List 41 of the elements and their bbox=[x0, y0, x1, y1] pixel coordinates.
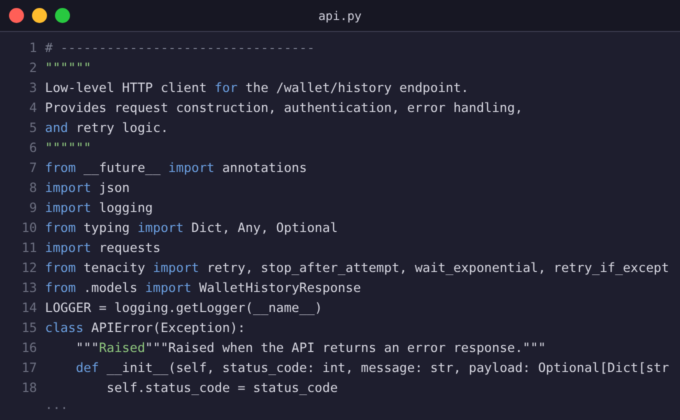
code-line: and retry logic. bbox=[45, 120, 168, 138]
line-number: 11 bbox=[20, 240, 38, 258]
line-number: 9 bbox=[28, 200, 38, 218]
line-number: 18 bbox=[20, 380, 38, 398]
line-number: 17 bbox=[20, 360, 38, 378]
code-line: import json bbox=[45, 180, 130, 198]
line-number: 6 bbox=[28, 140, 38, 158]
line-number: 4 bbox=[28, 100, 38, 118]
code-line: """""" bbox=[45, 60, 92, 78]
line-number: 12 bbox=[20, 260, 38, 278]
code-line: """Raised"""Raised when the API returns an error response.""" bbox=[76, 340, 546, 358]
code-line: Low-level HTTP client for the /wallet/history endpoint. bbox=[45, 80, 469, 98]
minimize-button[interactable] bbox=[32, 8, 47, 23]
code-line: """""" bbox=[45, 140, 92, 158]
code-line: import logging bbox=[45, 200, 153, 218]
line-number: 13 bbox=[20, 280, 38, 298]
close-button[interactable] bbox=[9, 8, 24, 23]
line-number: 16 bbox=[20, 340, 38, 358]
code-line: class APIError(Exception): bbox=[45, 320, 246, 338]
ellipsis: ... bbox=[45, 399, 68, 415]
code-line: # --------------------------------- bbox=[45, 40, 315, 58]
code-line: from __future__ import annotations bbox=[45, 160, 307, 178]
line-number: 8 bbox=[28, 180, 38, 198]
code-line: self.status_code = status_code bbox=[106, 380, 338, 398]
line-number: 10 bbox=[20, 220, 38, 238]
line-number: 2 bbox=[28, 60, 38, 78]
line-number: 7 bbox=[28, 160, 38, 178]
code-line: from .models import WalletHistoryResponse bbox=[45, 280, 361, 298]
code-line: import requests bbox=[45, 240, 161, 258]
line-number: 3 bbox=[28, 80, 38, 98]
window-title: api.py bbox=[318, 8, 362, 24]
line-number: 5 bbox=[28, 120, 38, 138]
code-line: def __init__(self, status_code: int, message: str, payload: Optional[Dict[str bbox=[76, 360, 670, 378]
code-line: LOGGER = logging.getLogger(__name__) bbox=[45, 300, 322, 318]
zoom-button[interactable] bbox=[55, 8, 70, 23]
code-line: from tenacity import retry, stop_after_attempt, wait_exponential, retry_if_except bbox=[45, 260, 670, 278]
line-number: 14 bbox=[20, 300, 38, 318]
line-number: 15 bbox=[20, 320, 38, 338]
code-line: Provides request construction, authentication, error handling, bbox=[45, 100, 523, 118]
line-number: 1 bbox=[28, 40, 38, 58]
code-line: from typing import Dict, Any, Optional bbox=[45, 220, 338, 238]
